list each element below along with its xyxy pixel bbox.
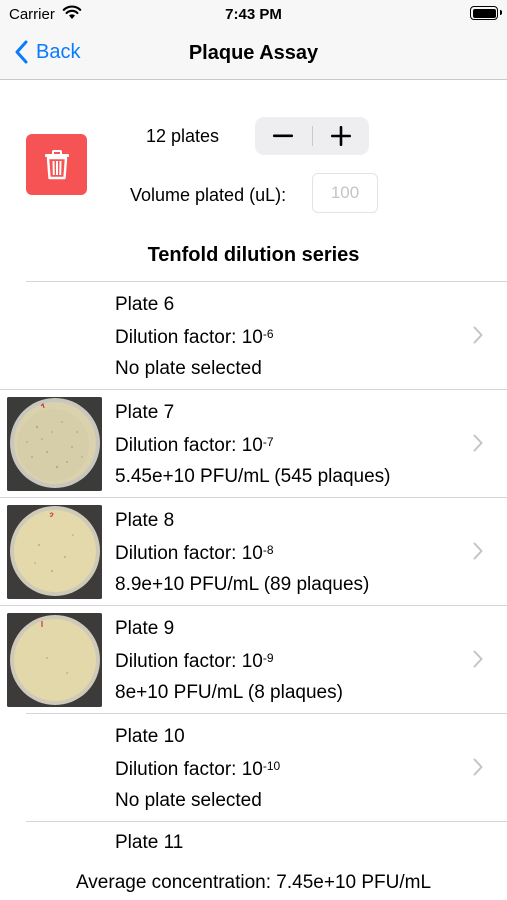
- dilution-exponent: -9: [262, 651, 274, 665]
- plate-7-photo: [7, 397, 102, 491]
- dilution-label: Dilution factor: 10: [115, 543, 263, 564]
- minus-icon: [273, 134, 294, 138]
- plate-name: Plate 7: [115, 402, 175, 423]
- plus-icon: [330, 126, 351, 146]
- plate-8-photo: [7, 505, 102, 599]
- average-concentration: Average concentration: 7.45e+10 PFU/mL: [75, 872, 432, 893]
- row-text: Plate 9 Dilution factor: 10-9 8e+10 PFU/…: [115, 618, 343, 706]
- section-title: Tenfold dilution series: [147, 244, 360, 266]
- dilution-label: Dilution factor: 10: [115, 435, 263, 456]
- plate-result: No plate selected: [115, 358, 262, 379]
- plate-count-label: 12 plates: [146, 126, 220, 146]
- dilution-factor: Dilution factor: 10-6: [115, 318, 274, 356]
- plate-name: Plate 8: [115, 510, 175, 531]
- row-text: Plate 7 Dilution factor: 10-7 5.45e+10 P…: [115, 402, 391, 490]
- increment-button[interactable]: [312, 117, 369, 155]
- volume-input[interactable]: [312, 173, 378, 213]
- plate-result: 5.45e+10 PFU/mL (545 plaques): [115, 466, 391, 487]
- dilution-label: Dilution factor: 10: [115, 327, 263, 348]
- chevron-right-icon: [473, 542, 483, 560]
- chevron-left-icon: [15, 40, 28, 64]
- plate-row-8[interactable]: Plate 8 Dilution factor: 10-8 8.9e+10 PF…: [0, 497, 507, 605]
- plate-result: 8e+10 PFU/mL (8 plaques): [115, 682, 343, 703]
- chevron-right-icon: [473, 326, 483, 344]
- plate-name: Plate 11: [115, 832, 184, 853]
- plate-name: Plate 10: [115, 726, 185, 747]
- plate-list: Plate 6 Dilution factor: 10-6 No plate s…: [0, 281, 507, 881]
- dilution-exponent: -10: [262, 759, 281, 773]
- chevron-right-icon: [473, 650, 483, 668]
- dilution-label: Dilution factor: 10: [115, 651, 263, 672]
- plate-row-6[interactable]: Plate 6 Dilution factor: 10-6 No plate s…: [26, 281, 507, 389]
- row-text: Plate 8 Dilution factor: 10-8 8.9e+10 PF…: [115, 510, 369, 598]
- plate-row-10[interactable]: Plate 10 Dilution factor: 10-10 No plate…: [26, 713, 507, 821]
- dilution-exponent: -7: [262, 435, 274, 449]
- decrement-button[interactable]: [255, 117, 312, 155]
- dilution-exponent: -8: [262, 543, 274, 557]
- row-text: Plate 10 Dilution factor: 10-10 No plate…: [115, 726, 280, 814]
- back-button[interactable]: Back: [14, 40, 80, 64]
- trash-icon: [44, 149, 69, 179]
- plate-name: Plate 9: [115, 618, 175, 639]
- plate-row-7[interactable]: Plate 7 Dilution factor: 10-7 5.45e+10 P…: [0, 389, 507, 497]
- dilution-factor: Dilution factor: 10-9: [115, 642, 343, 680]
- plate-result: 8.9e+10 PFU/mL (89 plaques): [115, 574, 370, 595]
- delete-button[interactable]: [26, 134, 87, 195]
- dilution-label: Dilution factor: 10: [115, 759, 263, 780]
- dilution-factor: Dilution factor: 10-8: [115, 534, 369, 572]
- status-bar: Carrier 7:43 PM: [0, 0, 507, 28]
- chevron-right-icon: [473, 434, 483, 452]
- status-time: 7:43 PM: [225, 6, 282, 23]
- row-text: Plate 11: [115, 832, 183, 854]
- dilution-exponent: -6: [262, 327, 274, 341]
- plate-name: Plate 6: [115, 294, 175, 315]
- plate-row-9[interactable]: Plate 9 Dilution factor: 10-9 8e+10 PFU/…: [0, 605, 507, 713]
- chevron-right-icon: [473, 758, 483, 776]
- volume-label: Volume plated (uL):: [130, 185, 287, 205]
- plate-result: No plate selected: [115, 790, 262, 811]
- dilution-factor: Dilution factor: 10-10: [115, 750, 280, 788]
- plate-9-photo: [7, 613, 102, 707]
- row-text: Plate 6 Dilution factor: 10-6 No plate s…: [115, 294, 274, 382]
- plate-count-stepper: [255, 117, 369, 155]
- dilution-factor: Dilution factor: 10-7: [115, 426, 391, 464]
- navigation-bar: Back Plaque Assay: [0, 28, 507, 80]
- battery-icon: [470, 6, 502, 20]
- back-button-label: Back: [36, 40, 81, 63]
